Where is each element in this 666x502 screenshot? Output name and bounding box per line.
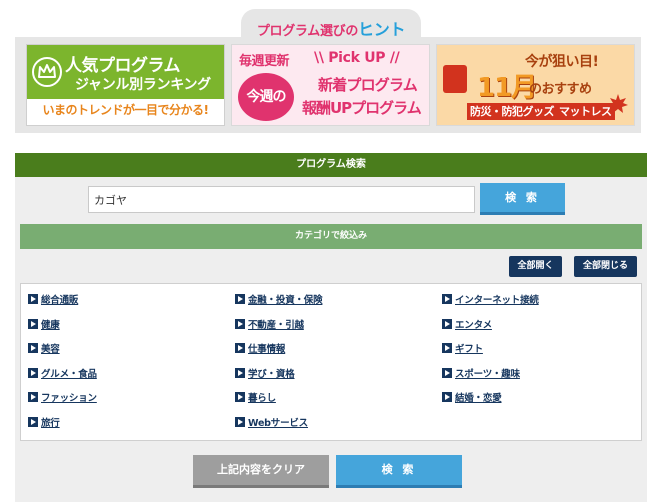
category-item[interactable]: 金融・投資・保険 xyxy=(235,292,323,306)
pickup-title: \\ Pick UP // xyxy=(314,50,400,66)
bottom-search-button[interactable]: 検 索 xyxy=(336,455,462,488)
arrow-right-icon xyxy=(235,392,245,402)
monthly-banner-recommend: のおすすめ xyxy=(529,82,592,97)
monthly-banner[interactable]: 今が狙い目! 11月 のおすすめ 防災・防犯グッズ マットレス xyxy=(436,44,635,126)
pickup-new-programs: 新着プログラム xyxy=(318,76,418,94)
ranking-banner-caption: いまのトレンドが一目で分かる! xyxy=(42,103,209,117)
arrow-right-icon xyxy=(235,319,245,329)
crown-icon xyxy=(32,57,62,87)
category-label: 暮らし xyxy=(248,393,276,404)
category-label: 健康 xyxy=(41,320,60,331)
ranking-banner[interactable]: 人気プログラム ジャンル別ランキング いまのトレンドが一目で分かる! xyxy=(26,44,225,126)
clear-button[interactable]: 上記内容をクリア xyxy=(193,455,329,488)
category-item[interactable]: 暮らし xyxy=(235,390,276,404)
category-list: 総合通販 健康 美容 グルメ・食品 ファッション 旅行 金融・投資・保険 不動産… xyxy=(20,283,642,441)
category-item[interactable]: 学び・資格 xyxy=(235,366,295,380)
category-item[interactable]: インターネット接続 xyxy=(442,292,539,306)
arrow-right-icon xyxy=(442,294,452,304)
search-button[interactable]: 検 索 xyxy=(480,183,565,215)
category-item[interactable]: 結婚・恋愛 xyxy=(442,390,502,404)
pickup-reward-up: 報酬UPプログラム xyxy=(302,99,422,117)
category-item[interactable]: エンタメ xyxy=(442,317,492,331)
ranking-banner-top: 人気プログラム ジャンル別ランキング xyxy=(27,45,224,99)
arrow-right-icon xyxy=(235,294,245,304)
arrow-right-icon xyxy=(28,294,38,304)
arrow-right-icon xyxy=(28,417,38,427)
arrow-right-icon xyxy=(28,392,38,402)
banner-strip: 人気プログラム ジャンル別ランキング いまのトレンドが一目で分かる! 毎週更新 … xyxy=(15,37,641,133)
category-item[interactable]: ファッション xyxy=(28,390,97,404)
arrow-right-icon xyxy=(28,368,38,378)
category-label: エンタメ xyxy=(455,320,492,331)
arrow-right-icon xyxy=(442,343,452,353)
category-item[interactable]: ギフト xyxy=(442,341,483,355)
arrow-right-icon xyxy=(442,392,452,402)
pickup-this-week-badge: 今週の xyxy=(238,73,294,121)
search-input[interactable] xyxy=(88,186,475,213)
arrow-right-icon xyxy=(442,368,452,378)
arrow-right-icon xyxy=(28,319,38,329)
monthly-tag-disaster: 防災・防犯グッズ xyxy=(467,103,557,120)
category-label: 美容 xyxy=(41,344,60,355)
maple-leaf-icon xyxy=(608,94,628,113)
category-label: Webサービス xyxy=(248,418,308,429)
category-label: 仕事情報 xyxy=(248,344,286,355)
category-label: 総合通販 xyxy=(41,295,79,306)
monthly-banner-month: 11月 xyxy=(477,73,537,103)
category-item[interactable]: 美容 xyxy=(28,341,60,355)
category-label: 結婚・恋愛 xyxy=(455,393,502,404)
category-item[interactable]: 旅行 xyxy=(28,415,60,429)
pickup-banner[interactable]: 毎週更新 今週の \\ Pick UP // 新着プログラム 報酬UPプログラム xyxy=(231,44,430,126)
category-item[interactable]: スポーツ・趣味 xyxy=(442,366,520,380)
category-label: グルメ・食品 xyxy=(41,369,97,380)
program-search-panel: プログラム検索 検 索 カテゴリで絞込み 全部開く 全部閉じる 総合通販 健康 … xyxy=(15,153,647,502)
category-item[interactable]: Webサービス xyxy=(235,415,308,429)
category-item[interactable]: 不動産・引越 xyxy=(235,317,304,331)
category-label: ギフト xyxy=(455,344,483,355)
arrow-right-icon xyxy=(235,417,245,427)
category-label: インターネット接続 xyxy=(455,295,539,306)
arrow-right-icon xyxy=(28,343,38,353)
arrow-right-icon xyxy=(235,343,245,353)
open-all-button[interactable]: 全部開く xyxy=(509,256,562,277)
category-item[interactable]: 健康 xyxy=(28,317,60,331)
arrow-right-icon xyxy=(235,368,245,378)
ranking-banner-subtitle: ジャンル別ランキング xyxy=(75,77,211,93)
program-search-header: プログラム検索 xyxy=(15,153,647,177)
monthly-tag-mattress: マットレス xyxy=(556,103,615,120)
category-label: 旅行 xyxy=(41,418,60,429)
category-label: ファッション xyxy=(41,393,97,404)
category-item[interactable]: グルメ・食品 xyxy=(28,366,97,380)
category-label: 不動産・引越 xyxy=(248,320,304,331)
close-all-button[interactable]: 全部閉じる xyxy=(574,256,637,277)
category-label: 金融・投資・保険 xyxy=(248,295,323,306)
category-item[interactable]: 総合通販 xyxy=(28,292,78,306)
pickup-weekly-label: 毎週更新 xyxy=(239,54,290,69)
category-label: 学び・資格 xyxy=(248,369,295,380)
category-item[interactable]: 仕事情報 xyxy=(235,341,285,355)
arrow-right-icon xyxy=(442,319,452,329)
bag-icon xyxy=(443,65,467,93)
category-label: スポーツ・趣味 xyxy=(455,369,520,380)
category-filter-header: カテゴリで絞込み xyxy=(20,224,642,249)
ranking-banner-title: 人気プログラム xyxy=(65,56,181,76)
